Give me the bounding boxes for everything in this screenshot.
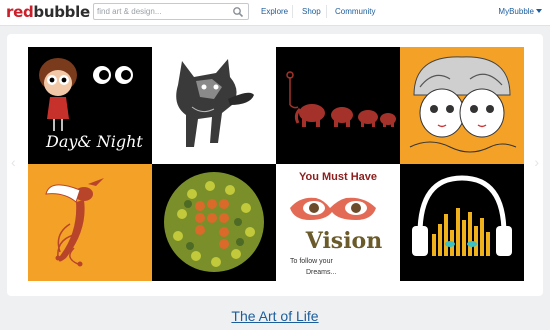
artwork-tile-headphones[interactable] [400,164,524,281]
vision-line-3: To follow your [290,258,333,265]
search-icon[interactable] [232,6,244,18]
artwork-tile-color-test[interactable] [152,164,276,281]
vision-line-4: Dreams... [306,269,336,276]
artwork-tile-dog-sketch[interactable] [152,47,276,164]
nav-divider [292,5,293,18]
vision-line-1: You Must Have [299,171,377,183]
page-title-link[interactable]: The Art of Life [0,307,550,325]
artwork-tile-day-night[interactable]: Day& Night [28,47,152,164]
top-header: redbubble Explore Shop Community MyBubbl… [0,0,550,26]
chevron-down-icon [536,9,542,13]
next-arrow-icon[interactable]: › [534,154,539,170]
artwork-tile-vision[interactable]: You Must Have Vision To follow your Drea… [276,164,400,281]
redbubble-logo[interactable]: redbubble [6,2,90,22]
artwork-tile-elephants[interactable] [276,47,400,164]
prev-arrow-icon[interactable]: ‹ [11,154,16,170]
nav-explore[interactable]: Explore [261,7,288,17]
search-input[interactable] [97,4,229,19]
day-night-title: Day& Night [45,132,143,151]
nav-divider [326,5,327,18]
nav-community[interactable]: Community [335,7,375,17]
account-menu[interactable]: MyBubble [498,7,542,17]
search-box [93,3,249,20]
artwork-tile-twins[interactable] [400,47,524,164]
vision-line-2: Vision [305,228,382,254]
nav-shop[interactable]: Shop [302,7,321,17]
artwork-grid: Day& Night You Must Have Vision To follo… [28,47,524,281]
artwork-tile-hummingbird[interactable] [28,164,152,281]
artwork-showcase: ‹ › Day& Night You Must Have Vision To f… [7,34,543,296]
